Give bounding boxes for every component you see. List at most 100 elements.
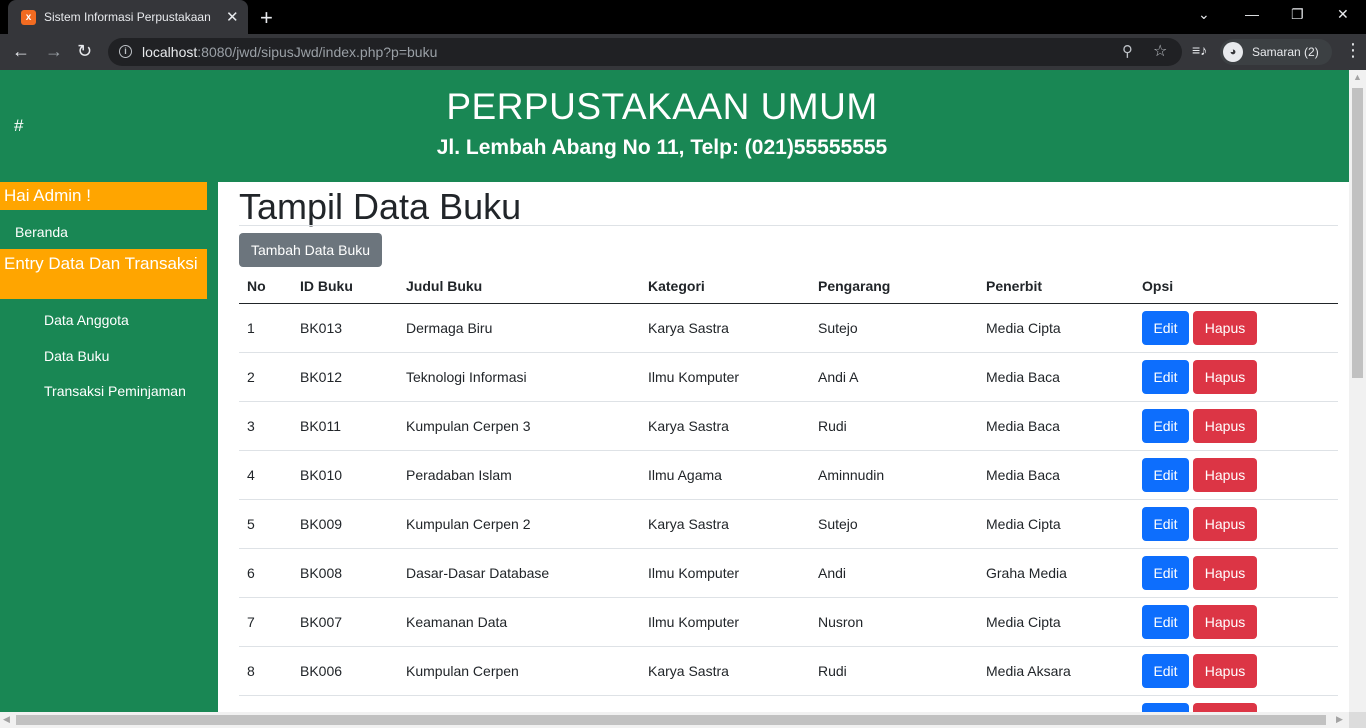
add-book-button[interactable]: Tambah Data Buku — [239, 233, 382, 267]
cell-no: 7 — [239, 597, 292, 647]
cell-judul — [398, 695, 640, 712]
cell-id-buku: BK006 — [292, 646, 398, 696]
star-icon[interactable]: ☆ — [1153, 41, 1167, 61]
cell-id-buku: BK009 — [292, 499, 398, 549]
edit-button[interactable]: Edit — [1142, 457, 1189, 492]
delete-button[interactable]: Hapus — [1193, 359, 1257, 394]
delete-button[interactable]: Hapus — [1193, 555, 1257, 590]
cell-opsi: EditHapus — [1134, 450, 1338, 500]
title-divider — [239, 225, 1338, 226]
site-title: PERPUSTAKAAN UMUM — [446, 86, 878, 127]
close-window-icon[interactable]: ✕ — [1337, 6, 1349, 23]
column-header-no: No — [239, 270, 292, 304]
table-body: 1 BK013 Dermaga Biru Karya Sastra Sutejo Medi… — [239, 303, 1338, 712]
horizontal-scroll-thumb[interactable] — [16, 715, 1326, 725]
cell-opsi: EditHapus — [1134, 597, 1338, 647]
cell-kategori: Ilmu Komputer — [640, 548, 810, 598]
cell-opsi: EditHapus — [1134, 548, 1338, 598]
cell-pengarang: Sutejo — [810, 499, 978, 549]
scroll-left-icon[interactable]: ◀ — [3, 714, 10, 725]
menu-icon[interactable]: ⋮ — [1344, 40, 1362, 61]
table-row: 5 BK009 Kumpulan Cerpen 2 Karya Sastra Sutej… — [239, 499, 1338, 549]
new-tab-icon[interactable]: + — [260, 5, 273, 31]
scrollbar-corner — [1349, 712, 1366, 728]
delete-button[interactable]: Hapus — [1193, 310, 1257, 345]
column-header-judul: Judul Buku — [398, 270, 640, 304]
cell-kategori: Ilmu Komputer — [640, 597, 810, 647]
edit-button[interactable]: Edit — [1142, 506, 1189, 541]
back-icon[interactable]: ← — [12, 41, 30, 62]
edit-button[interactable]: Edit — [1142, 702, 1189, 712]
restore-icon[interactable]: ❐ — [1291, 6, 1304, 23]
horizontal-scrollbar[interactable]: ◀ ▶ — [0, 712, 1349, 728]
cell-no — [239, 695, 292, 712]
delete-button[interactable]: Hapus — [1193, 653, 1257, 688]
media-icon[interactable]: ≡♪ — [1192, 42, 1207, 58]
edit-button[interactable]: Edit — [1142, 310, 1189, 345]
scroll-right-icon[interactable]: ▶ — [1336, 714, 1343, 725]
cell-judul: Dermaga Biru — [398, 303, 640, 353]
cell-no: 2 — [239, 352, 292, 402]
cell-penerbit: Media Baca — [978, 401, 1134, 451]
table-row: 4 BK010 Peradaban Islam Ilmu Agama Aminnudin… — [239, 450, 1338, 500]
url-text[interactable]: localhost:8080/jwd/sipusJwd/index.php?p=… — [142, 44, 437, 60]
cell-id-buku: BK010 — [292, 450, 398, 500]
cell-judul: Keamanan Data — [398, 597, 640, 647]
sidebar-item-data-anggota[interactable]: Data Anggota — [44, 312, 129, 328]
sidebar-item-data-buku[interactable]: Data Buku — [44, 348, 109, 364]
sidebar-item-transaksi-peminjaman[interactable]: Transaksi Peminjaman — [44, 383, 186, 399]
scroll-up-icon[interactable]: ▲ — [1353, 72, 1362, 82]
cell-judul: Peradaban Islam — [398, 450, 640, 500]
browser-tab[interactable]: x Sistem Informasi Perpustakaan ✕ — [8, 0, 248, 34]
cell-id-buku: BK013 — [292, 303, 398, 353]
incognito-icon: ◕ — [1223, 42, 1243, 62]
cell-opsi: EditHapus — [1134, 401, 1338, 451]
browser-toolbar: ← → ↻ i localhost:8080/jwd/sipusJwd/inde… — [0, 34, 1366, 70]
table-row: 3 BK011 Kumpulan Cerpen 3 Karya Sastra Rudi M… — [239, 401, 1338, 451]
edit-button[interactable]: Edit — [1142, 653, 1189, 688]
cell-penerbit: Media Cipta — [978, 499, 1134, 549]
delete-button[interactable]: Hapus — [1193, 506, 1257, 541]
minimize-icon[interactable]: — — [1245, 6, 1259, 22]
delete-button[interactable]: Hapus — [1193, 457, 1257, 492]
forward-icon[interactable]: → — [45, 41, 63, 62]
sidebar-item-beranda[interactable]: Beranda — [15, 224, 68, 240]
cell-no: 5 — [239, 499, 292, 549]
cell-pengarang: Andi A — [810, 352, 978, 402]
site-header: # PERPUSTAKAAN UMUM Jl. Lembah Abang No … — [0, 70, 1349, 182]
delete-button[interactable]: Hapus — [1193, 702, 1257, 712]
zoom-icon[interactable]: ⚲ — [1122, 42, 1133, 60]
tab-search-icon[interactable]: ⌄ — [1198, 6, 1210, 23]
edit-button[interactable]: Edit — [1142, 555, 1189, 590]
cell-kategori: Karya Sastra — [640, 401, 810, 451]
cell-no: 8 — [239, 646, 292, 696]
cell-penerbit: Media Aksara — [978, 646, 1134, 696]
cell-judul: Kumpulan Cerpen — [398, 646, 640, 696]
info-icon[interactable]: i — [119, 45, 132, 58]
incognito-profile-button[interactable]: ◕ Samaran (2) — [1220, 39, 1332, 65]
edit-button[interactable]: Edit — [1142, 604, 1189, 639]
cell-kategori: Karya Sastra — [640, 303, 810, 353]
tab-strip: x Sistem Informasi Perpustakaan ✕ + ⌄ — … — [0, 0, 1366, 34]
cell-id-buku — [292, 695, 398, 712]
vertical-scroll-thumb[interactable] — [1352, 88, 1363, 378]
cell-judul: Kumpulan Cerpen 2 — [398, 499, 640, 549]
table-row: 6 BK008 Dasar-Dasar Database Ilmu Komputer A… — [239, 548, 1338, 598]
cell-no: 4 — [239, 450, 292, 500]
books-table: No ID Buku Judul Buku Kategori Pengarang… — [239, 270, 1338, 712]
cell-kategori: Karya Sastra — [640, 646, 810, 696]
delete-button[interactable]: Hapus — [1193, 408, 1257, 443]
cell-pengarang: Nusron — [810, 597, 978, 647]
cell-pengarang: Andi — [810, 548, 978, 598]
edit-button[interactable]: Edit — [1142, 408, 1189, 443]
address-bar[interactable]: i localhost:8080/jwd/sipusJwd/index.php?… — [108, 38, 1182, 66]
cell-pengarang — [810, 695, 978, 712]
table-row: 2 BK012 Teknologi Informasi Ilmu Komputer An… — [239, 352, 1338, 402]
reload-icon[interactable]: ↻ — [77, 41, 92, 62]
edit-button[interactable]: Edit — [1142, 359, 1189, 394]
vertical-scrollbar[interactable]: ▲ — [1349, 70, 1366, 712]
close-tab-icon[interactable]: ✕ — [226, 8, 239, 26]
delete-button[interactable]: Hapus — [1193, 604, 1257, 639]
cell-penerbit — [978, 695, 1134, 712]
cell-no: 1 — [239, 303, 292, 353]
